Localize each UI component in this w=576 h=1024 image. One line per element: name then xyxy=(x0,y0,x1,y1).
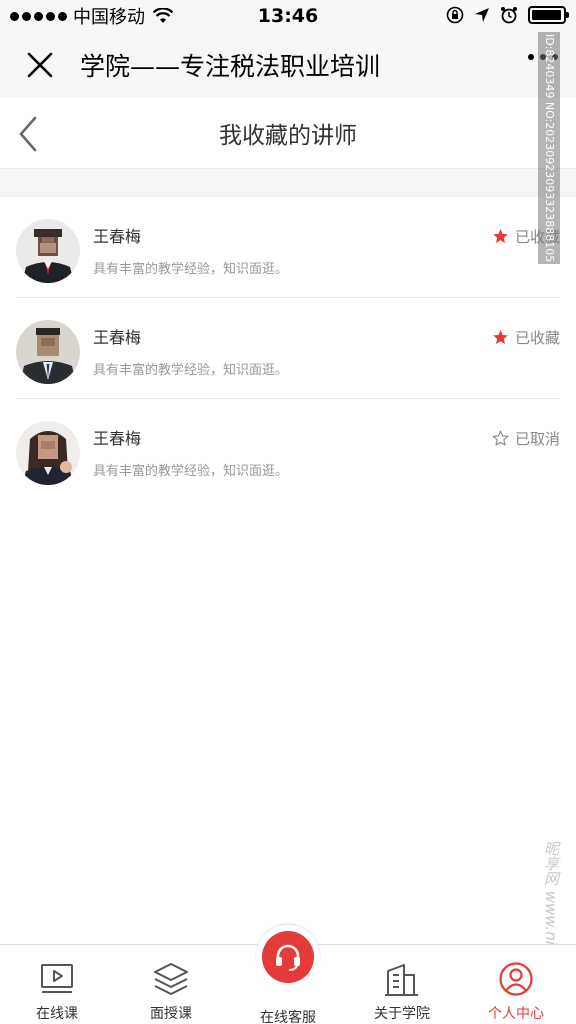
building-icon xyxy=(385,964,418,996)
lecturer-list: 王春梅 具有丰富的教学经验，知识面逛。 已收藏 王春梅 具有丰富的教学经验，知识… xyxy=(0,197,576,500)
lecturer-avatar xyxy=(16,320,80,384)
layers-icon xyxy=(154,963,188,995)
chevron-left-icon xyxy=(19,116,37,152)
tab-label: 在线客服 xyxy=(260,1010,316,1024)
tab-about[interactable]: 关于学院 xyxy=(352,945,452,1024)
tab-face-course[interactable]: 面授课 xyxy=(121,945,221,1024)
app-title: 学院——专注税法职业培训 xyxy=(80,52,381,81)
page-header: 我收藏的讲师 xyxy=(0,98,576,169)
tab-customer-service[interactable]: 在线客服 xyxy=(238,925,338,1024)
tab-label: 在线课 xyxy=(36,1006,78,1022)
battery-icon xyxy=(528,6,569,24)
tab-personal-center[interactable]: 个人中心 xyxy=(466,945,566,1024)
status-bar: 中国移动 13:46 xyxy=(0,0,576,32)
lecturer-name: 王春梅 xyxy=(93,227,142,246)
back-button[interactable] xyxy=(8,114,48,154)
lecturer-avatar xyxy=(16,421,80,485)
lecturer-description: 具有丰富的教学经验，知识面逛。 xyxy=(93,262,289,277)
tab-label: 关于学院 xyxy=(374,1006,430,1022)
close-icon xyxy=(27,52,53,78)
customer-service-bubble xyxy=(256,925,320,989)
lecturer-name: 王春梅 xyxy=(93,328,142,347)
tab-label: 面授课 xyxy=(150,1006,192,1022)
signal-strength-icon xyxy=(10,11,67,21)
favorite-toggle[interactable]: 已收藏 xyxy=(492,327,560,348)
lecturer-avatar xyxy=(16,219,80,283)
star-filled-icon xyxy=(493,330,508,345)
star-filled-icon xyxy=(493,229,508,244)
location-arrow-icon xyxy=(475,8,489,22)
alarm-icon xyxy=(501,7,517,24)
battery-level xyxy=(532,10,561,20)
star-outline-icon xyxy=(492,430,509,446)
lecturer-item[interactable]: 王春梅 具有丰富的教学经验，知识面逛。 已取消 xyxy=(16,399,560,500)
user-icon xyxy=(499,962,533,996)
lecturer-name: 王春梅 xyxy=(93,429,142,448)
carrier-name: 中国移动 xyxy=(73,7,145,28)
lecturer-item[interactable]: 王春梅 具有丰富的教学经验，知识面逛。 已收藏 xyxy=(16,197,560,298)
lecturer-item[interactable]: 王春梅 具有丰富的教学经验，知识面逛。 已收藏 xyxy=(16,298,560,399)
favorite-toggle[interactable]: 已取消 xyxy=(492,428,560,449)
bottom-tabbar: 在线课 面授课 在线客服 关于学院 个人中心 xyxy=(0,925,576,1024)
page-title: 我收藏的讲师 xyxy=(219,123,357,149)
favorite-status-label: 已取消 xyxy=(514,430,560,448)
video-icon xyxy=(41,964,73,993)
wifi-icon xyxy=(153,8,173,23)
lecturer-description: 具有丰富的教学经验，知识面逛。 xyxy=(93,363,289,378)
watermark-id: ID:8240349 NO:20230923093323888105 xyxy=(538,32,560,264)
app-titlebar: 学院——专注税法职业培训 xyxy=(0,32,576,98)
headset-icon xyxy=(276,944,300,971)
favorite-status-label: 已收藏 xyxy=(514,329,560,347)
lecturer-description: 具有丰富的教学经验，知识面逛。 xyxy=(93,464,289,479)
rotation-lock-icon xyxy=(446,6,464,24)
tab-online-course[interactable]: 在线课 xyxy=(7,945,107,1024)
close-button[interactable] xyxy=(0,32,80,98)
tab-label: 个人中心 xyxy=(488,1006,544,1022)
section-divider xyxy=(0,169,576,197)
